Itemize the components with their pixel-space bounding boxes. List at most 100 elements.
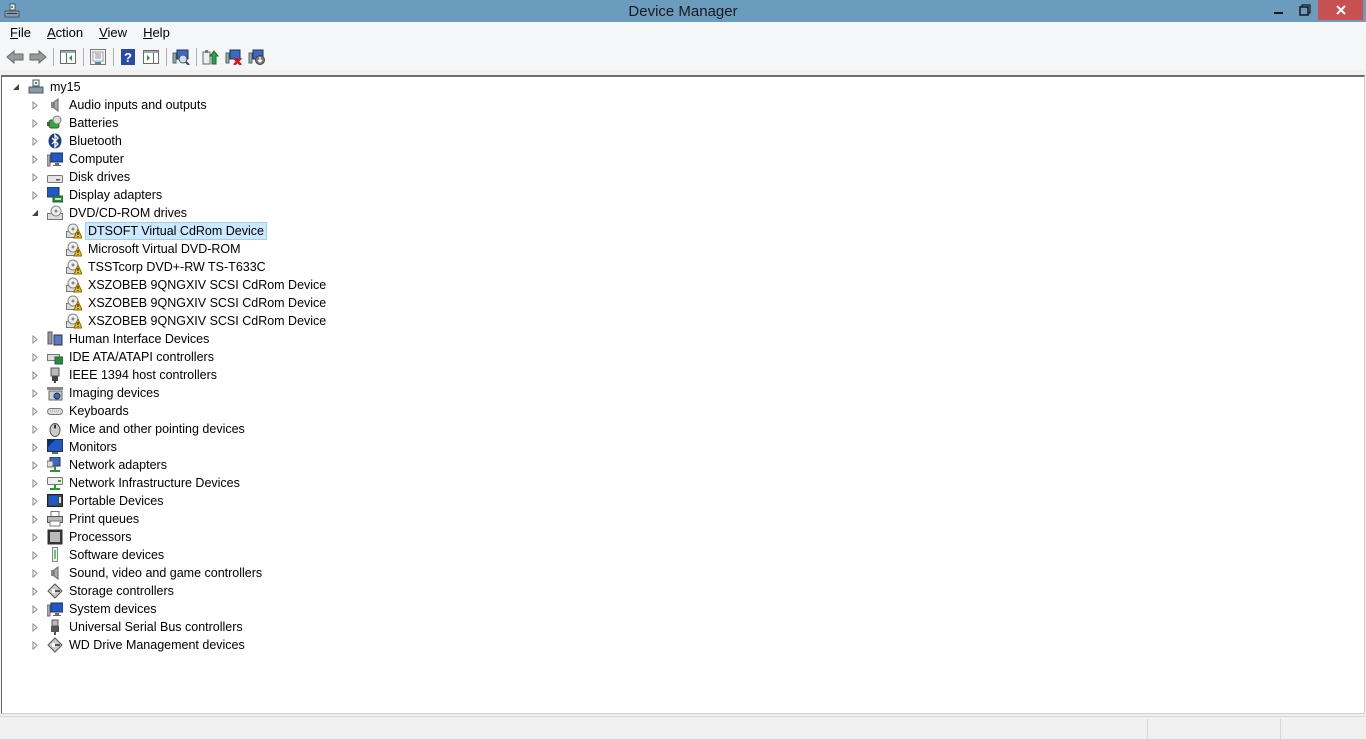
tree-category-node[interactable]: Human Interface Devices bbox=[29, 330, 212, 348]
back-button[interactable] bbox=[4, 46, 26, 68]
tree-category-node[interactable]: Keyboards bbox=[29, 402, 132, 420]
menu-help[interactable]: Help bbox=[137, 23, 176, 43]
device-tree-pane[interactable]: my15 Audio inputs and outputs Batteries Blu… bbox=[1, 75, 1365, 714]
expand-arrow-icon bbox=[32, 190, 38, 200]
tree-category-node[interactable]: Portable Devices bbox=[29, 492, 167, 510]
tree-category-node[interactable]: Software devices bbox=[29, 546, 167, 564]
tree-category-node[interactable]: Mice and other pointing devices bbox=[29, 420, 248, 438]
tree-device-node[interactable]: TSSTcorp DVD+-RW TS-T633C bbox=[48, 258, 269, 276]
forward-button[interactable] bbox=[27, 46, 49, 68]
tree-category-node[interactable]: IDE ATA/ATAPI controllers bbox=[29, 348, 217, 366]
properties-button[interactable] bbox=[87, 46, 109, 68]
console-tree-icon bbox=[60, 50, 76, 64]
tree-expander[interactable] bbox=[29, 492, 41, 510]
tree-expander[interactable] bbox=[29, 636, 41, 654]
scan-hardware-icon bbox=[172, 49, 190, 65]
tree-root-node[interactable]: my15 bbox=[10, 78, 84, 96]
menu-file[interactable]: File bbox=[4, 23, 37, 43]
show-hide-action-pane-button[interactable] bbox=[140, 46, 162, 68]
help-button[interactable]: ? bbox=[117, 46, 139, 68]
tree-expander-spacer bbox=[48, 240, 60, 258]
tree-expander[interactable] bbox=[29, 528, 41, 546]
tree-category-node[interactable]: Storage controllers bbox=[29, 582, 177, 600]
tree-expander[interactable] bbox=[29, 168, 41, 186]
computer-icon bbox=[47, 601, 63, 617]
tree-category-node[interactable]: Bluetooth bbox=[29, 132, 125, 150]
tree-expander[interactable] bbox=[29, 330, 41, 348]
tree-expander[interactable] bbox=[29, 96, 41, 114]
expand-arrow-icon bbox=[32, 352, 38, 362]
tree-expander[interactable] bbox=[29, 510, 41, 528]
tree-category-node[interactable]: Audio inputs and outputs bbox=[29, 96, 210, 114]
tree-expander[interactable] bbox=[29, 582, 41, 600]
tree-expander[interactable] bbox=[29, 546, 41, 564]
tree-expander[interactable] bbox=[10, 78, 22, 96]
tree-category-node[interactable]: IEEE 1394 host controllers bbox=[29, 366, 220, 384]
tree-category-node[interactable]: Universal Serial Bus controllers bbox=[29, 618, 246, 636]
tree-node-label: Processors bbox=[69, 530, 132, 544]
menu-view[interactable]: View bbox=[93, 23, 133, 43]
tree-category-node[interactable]: WD Drive Management devices bbox=[29, 636, 248, 654]
tree-category-node[interactable]: Print queues bbox=[29, 510, 142, 528]
collapse-arrow-icon bbox=[32, 210, 38, 216]
close-button[interactable] bbox=[1318, 0, 1363, 20]
tree-expander[interactable] bbox=[29, 474, 41, 492]
tree-category-node[interactable]: System devices bbox=[29, 600, 160, 618]
tree-expander[interactable] bbox=[29, 114, 41, 132]
tree-category-node[interactable]: Monitors bbox=[29, 438, 120, 456]
tree-device-node[interactable]: XSZOBEB 9QNGXIV SCSI CdRom Device bbox=[48, 294, 329, 312]
tree-device-node[interactable]: XSZOBEB 9QNGXIV SCSI CdRom Device bbox=[48, 276, 329, 294]
tree-expander[interactable] bbox=[29, 600, 41, 618]
tree-expander[interactable] bbox=[29, 402, 41, 420]
tree-node-label: Portable Devices bbox=[69, 494, 164, 508]
tree-expander[interactable] bbox=[29, 132, 41, 150]
tree-expander[interactable] bbox=[29, 420, 41, 438]
dvd-warning-icon bbox=[66, 313, 82, 329]
tree-category-node[interactable]: Sound, video and game controllers bbox=[29, 564, 265, 582]
menu-action[interactable]: Action bbox=[41, 23, 89, 43]
restore-button[interactable] bbox=[1292, 0, 1318, 20]
tree-device-node[interactable]: XSZOBEB 9QNGXIV SCSI CdRom Device bbox=[48, 312, 329, 330]
expand-arrow-icon bbox=[32, 478, 38, 488]
tree-expander[interactable] bbox=[29, 618, 41, 636]
tree-expander[interactable] bbox=[29, 186, 41, 204]
show-hide-console-tree-button[interactable] bbox=[57, 46, 79, 68]
tree-expander[interactable] bbox=[29, 366, 41, 384]
expand-arrow-icon bbox=[32, 172, 38, 182]
expand-arrow-icon bbox=[32, 640, 38, 650]
tree-device-node[interactable]: DTSOFT Virtual CdRom Device bbox=[48, 222, 267, 240]
expand-arrow-icon bbox=[32, 334, 38, 344]
tree-expander[interactable] bbox=[29, 348, 41, 366]
tree-category-node[interactable]: Processors bbox=[29, 528, 135, 546]
update-driver-button[interactable] bbox=[200, 46, 222, 68]
scan-hardware-changes-button[interactable] bbox=[170, 46, 192, 68]
tree-category-node[interactable]: Computer bbox=[29, 150, 127, 168]
tree-category-node[interactable]: Network Infrastructure Devices bbox=[29, 474, 243, 492]
tree-category-node[interactable]: Disk drives bbox=[29, 168, 133, 186]
tree-expander[interactable] bbox=[29, 150, 41, 168]
speaker-icon bbox=[47, 97, 63, 113]
tree-category-node[interactable]: Imaging devices bbox=[29, 384, 162, 402]
arrow-right-icon bbox=[29, 50, 47, 64]
tree-category-node[interactable]: Batteries bbox=[29, 114, 121, 132]
tree-expander[interactable] bbox=[29, 384, 41, 402]
disable-device-icon bbox=[248, 49, 265, 65]
tree-category-node[interactable]: DVD/CD-ROM drives bbox=[29, 204, 190, 222]
tree-expander[interactable] bbox=[29, 456, 41, 474]
expand-arrow-icon bbox=[32, 532, 38, 542]
disable-device-button[interactable] bbox=[246, 46, 268, 68]
tree-category-node[interactable]: Network adapters bbox=[29, 456, 170, 474]
tree-expander[interactable] bbox=[29, 438, 41, 456]
minimize-button[interactable] bbox=[1266, 0, 1292, 20]
expand-arrow-icon bbox=[32, 406, 38, 416]
tree-node-label: XSZOBEB 9QNGXIV SCSI CdRom Device bbox=[88, 278, 327, 292]
tree-expander[interactable] bbox=[29, 204, 41, 222]
uninstall-device-button[interactable] bbox=[223, 46, 245, 68]
tree-expander[interactable] bbox=[29, 564, 41, 582]
dvd-drive-icon bbox=[47, 205, 63, 221]
software-device-icon bbox=[47, 547, 63, 563]
tree-device-node[interactable]: Microsoft Virtual DVD-ROM bbox=[48, 240, 244, 258]
status-bar bbox=[0, 716, 1366, 739]
tree-category-node[interactable]: Display adapters bbox=[29, 186, 165, 204]
title-bar[interactable]: Device Manager bbox=[0, 0, 1366, 22]
